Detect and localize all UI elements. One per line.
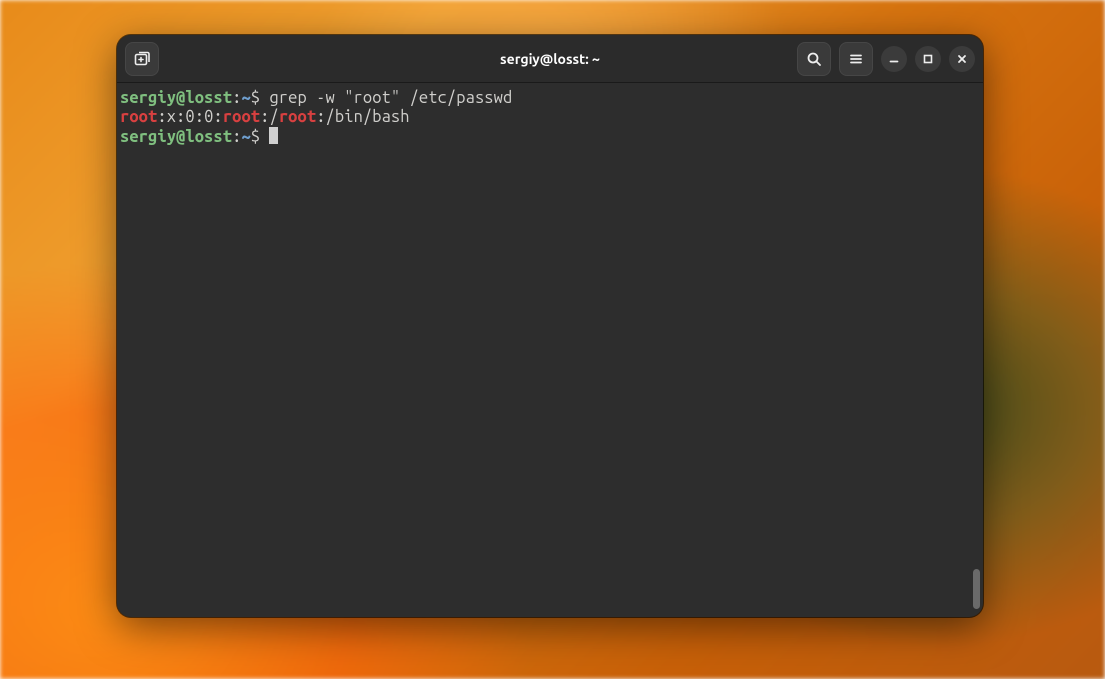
new-tab-icon [133, 50, 151, 68]
cursor [269, 127, 278, 144]
minimize-button[interactable] [881, 46, 907, 72]
new-tab-button[interactable] [125, 42, 159, 76]
minimize-icon [888, 53, 900, 65]
close-button[interactable] [949, 46, 975, 72]
close-icon [956, 53, 968, 65]
menu-button[interactable] [839, 42, 873, 76]
terminal-window: sergiy@losst: ~ [117, 35, 983, 617]
maximize-icon [922, 53, 934, 65]
hamburger-icon [848, 51, 864, 67]
terminal-content: sergiy@losst:~$ grep -w "root" /etc/pass… [120, 89, 980, 147]
search-button[interactable] [797, 42, 831, 76]
scrollbar-thumb[interactable] [973, 569, 980, 609]
search-icon [806, 51, 822, 67]
maximize-button[interactable] [915, 46, 941, 72]
terminal-viewport[interactable]: sergiy@losst:~$ grep -w "root" /etc/pass… [117, 83, 983, 617]
titlebar: sergiy@losst: ~ [117, 35, 983, 83]
